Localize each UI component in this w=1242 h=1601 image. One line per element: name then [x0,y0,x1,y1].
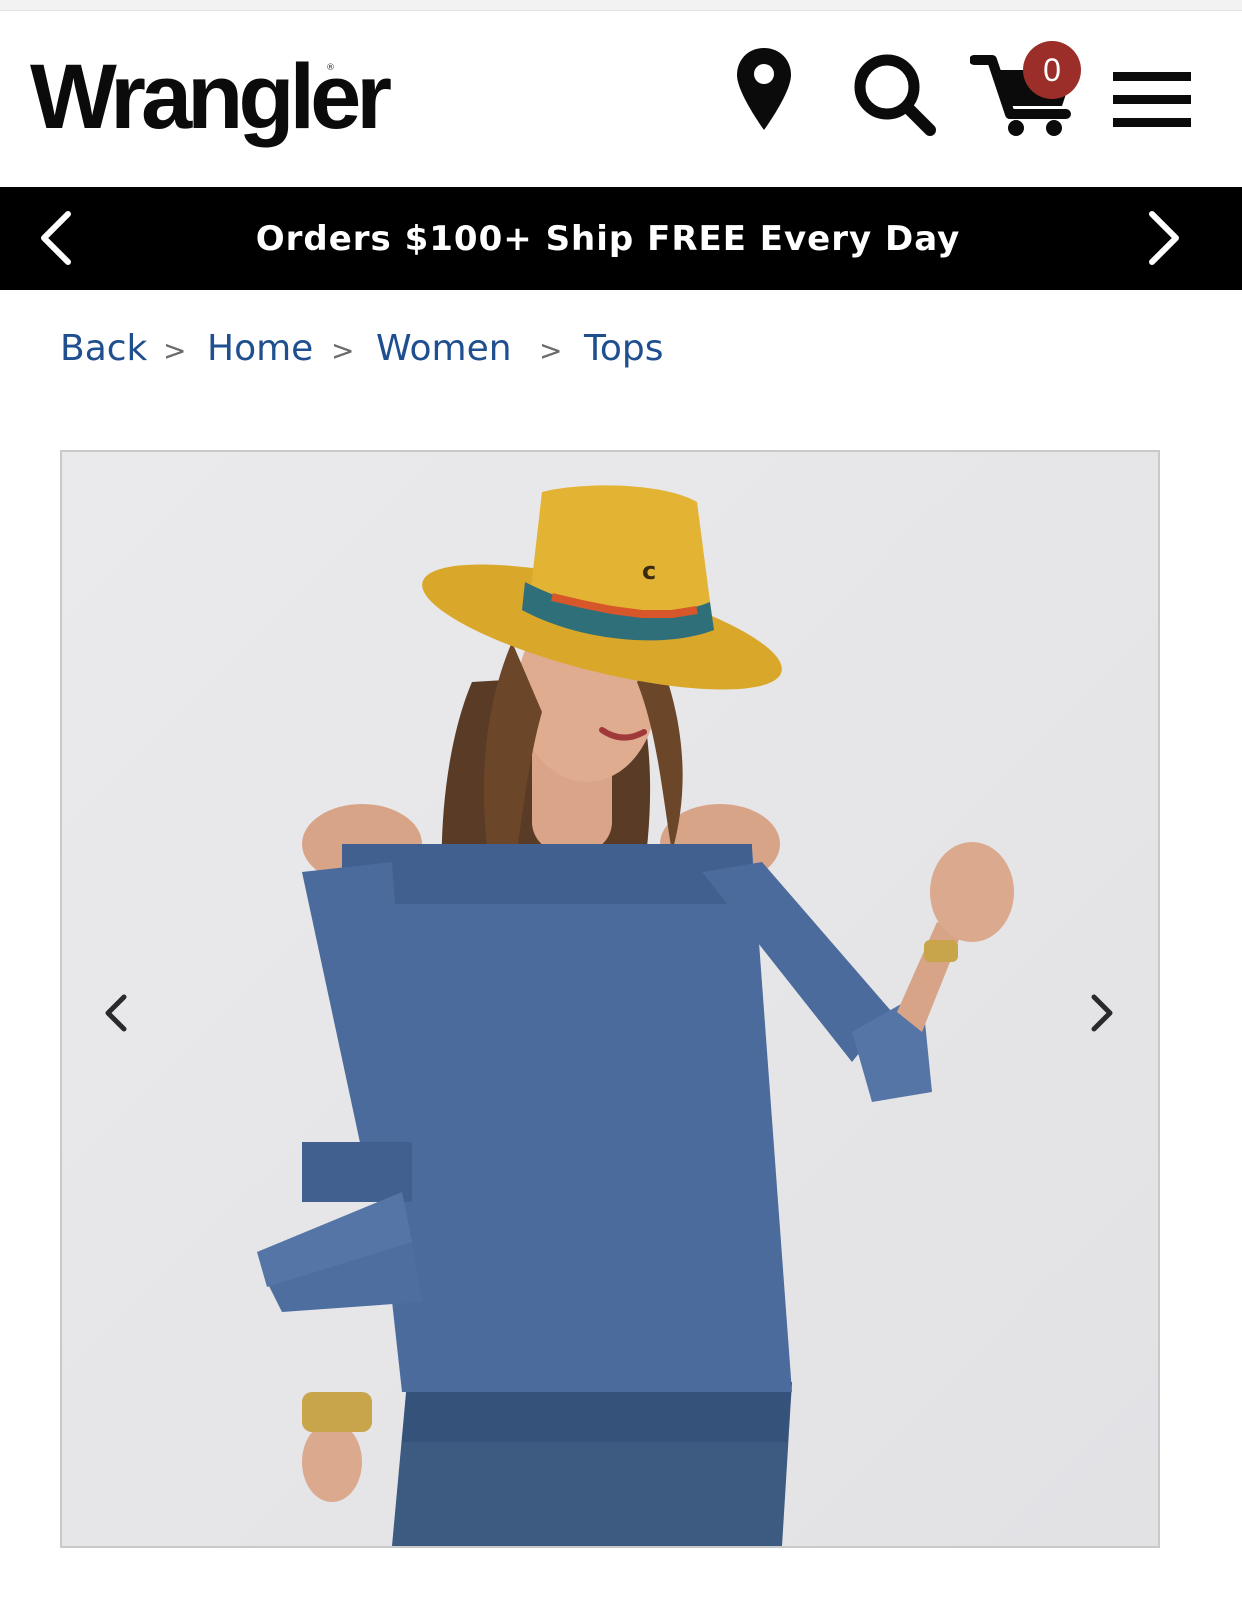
svg-text:c: c [642,557,656,585]
browser-top-edge [0,0,1242,11]
hamburger-menu-icon[interactable] [1113,72,1191,128]
location-pin-icon[interactable] [735,46,793,132]
breadcrumb-separator: > [163,334,187,367]
breadcrumb-home[interactable]: Home [207,328,313,369]
breadcrumb-separator: > [331,334,355,367]
gallery-prev-chevron-left-icon[interactable] [96,983,136,1043]
breadcrumb-separator: > [539,334,563,367]
promo-banner: Orders $100+ Ship FREE Every Day [0,187,1242,290]
promo-prev-chevron-left-icon[interactable] [36,210,76,266]
breadcrumb-tops[interactable]: Tops [584,328,664,369]
breadcrumb-women[interactable]: Women [376,328,512,369]
product-photo: c [62,452,1158,1546]
breadcrumb-back[interactable]: Back [60,328,147,369]
product-image-carousel[interactable]: c [60,450,1160,1548]
cart-count-badge[interactable]: 0 [1023,41,1081,99]
promo-text: Orders $100+ Ship FREE Every Day [255,218,961,259]
registered-mark: ® [326,63,335,73]
search-icon[interactable] [852,52,936,136]
promo-next-chevron-right-icon[interactable] [1144,210,1184,266]
gallery-next-chevron-right-icon[interactable] [1082,983,1122,1043]
